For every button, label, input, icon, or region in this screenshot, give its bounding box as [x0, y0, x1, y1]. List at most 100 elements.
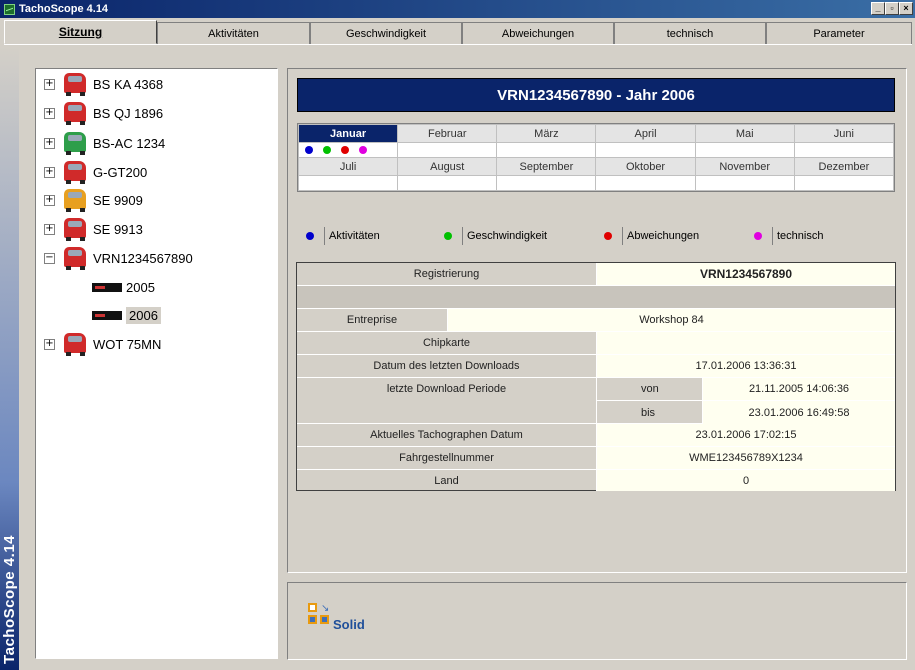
tab-label: technisch — [666, 27, 714, 40]
month-indicators[interactable] — [397, 142, 498, 158]
restore-button[interactable]: ▫ — [885, 2, 899, 15]
tree-item-vehicle[interactable]: − VRN1234567890 — [44, 246, 193, 270]
tab-geschwindigkeit[interactable]: Geschwindigkeit — [310, 22, 462, 44]
download-value: 17.01.2006 13:36:31 — [596, 355, 895, 377]
month-indicators[interactable] — [694, 142, 795, 158]
expand-icon[interactable]: + — [44, 107, 55, 119]
tree-item-label: 2005 — [126, 279, 155, 295]
window-title: TachoScope 4.14 — [19, 3, 109, 15]
expand-icon[interactable]: + — [44, 166, 55, 178]
logo-square — [308, 603, 317, 612]
tab-abweichungen[interactable]: Abweichungen — [462, 22, 614, 44]
tab-label: Parameter — [813, 27, 865, 40]
row-registrierung: Registrierung VRN1234567890 — [297, 263, 895, 286]
month-juli[interactable]: Juli — [297, 157, 399, 176]
truck-icon — [61, 131, 87, 155]
legend-label: Geschwindigkeit — [462, 227, 547, 245]
month-calendar: Januar Februar März April Mai Juni Juli … — [297, 123, 895, 192]
month-september[interactable]: September — [496, 157, 597, 176]
tachograph-icon — [92, 282, 122, 292]
month-indicators[interactable] — [397, 175, 498, 191]
main-window: TachoScope 4.14 _ ▫ × Sitzung Aktivitäte… — [0, 0, 915, 670]
logo-arrow-icon: ↘ — [321, 603, 330, 614]
truck-icon — [61, 332, 87, 356]
month-januar[interactable]: Januar — [297, 124, 399, 143]
collapse-icon[interactable]: − — [44, 252, 55, 264]
logo-square — [320, 615, 329, 624]
month-indicators[interactable] — [694, 175, 795, 191]
tree-item-vehicle[interactable]: + SE 9913 — [44, 217, 143, 241]
vehicle-tree[interactable]: + BS KA 4368 + BS QJ 1896 + BS-AC 1234 +… — [35, 68, 278, 659]
tab-sitzung[interactable]: Sitzung — [4, 20, 157, 44]
period-label: letzte Download Periode — [386, 383, 507, 395]
month-indicators[interactable] — [793, 175, 895, 191]
tab-parameter[interactable]: Parameter — [766, 22, 912, 44]
tree-item-label: 2006 — [126, 306, 161, 324]
speed-dot — [323, 146, 331, 155]
month-dezember[interactable]: Dezember — [793, 157, 895, 176]
month-februar[interactable]: Februar — [397, 124, 498, 143]
month-juni[interactable]: Juni — [793, 124, 895, 143]
month-indicators[interactable] — [496, 142, 597, 158]
tree-item-label: BS KA 4368 — [93, 76, 164, 92]
download-label: Datum des letzten Downloads — [373, 360, 520, 372]
row-fahrgestell: Fahrgestellnummer WME123456789X1234 — [297, 447, 895, 470]
month-indicators[interactable] — [595, 142, 696, 158]
tree-item-year-selected[interactable]: 2006 — [92, 303, 161, 327]
legend-label: Abweichungen — [622, 227, 699, 245]
deviation-dot — [604, 232, 612, 240]
tab-bar: Sitzung Aktivitäten Geschwindigkeit Abwe… — [4, 20, 912, 44]
tree-item-vehicle[interactable]: + BS QJ 1896 — [44, 101, 163, 125]
expand-icon[interactable]: + — [44, 78, 55, 90]
registrierung-value: VRN1234567890 — [596, 263, 895, 285]
row-chipkarte: Chipkarte — [297, 332, 895, 355]
month-indicators-januar[interactable] — [297, 142, 399, 158]
legend-abweichungen: Abweichungen — [604, 226, 699, 246]
technical-dot — [754, 232, 762, 240]
truck-icon — [61, 101, 87, 125]
technical-dot — [359, 146, 367, 155]
app-icon — [4, 3, 15, 15]
expand-icon[interactable]: + — [44, 137, 55, 149]
minimize-button[interactable]: _ — [871, 2, 885, 15]
expand-icon[interactable]: + — [44, 223, 55, 235]
month-indicators[interactable] — [793, 142, 895, 158]
tacho-date-value: 23.01.2006 17:02:15 — [596, 424, 895, 446]
tacho-date-label: Aktuelles Tachographen Datum — [370, 429, 523, 441]
window-controls: _ ▫ × — [871, 2, 913, 15]
tab-divider — [4, 44, 912, 46]
speed-dot — [444, 232, 452, 240]
legend-aktivitaeten: Aktivitäten — [306, 226, 380, 246]
truck-icon — [61, 160, 87, 184]
tab-technisch[interactable]: technisch — [614, 22, 766, 44]
tree-item-vehicle[interactable]: + BS KA 4368 — [44, 72, 163, 96]
month-oktober[interactable]: Oktober — [595, 157, 696, 176]
month-indicators[interactable] — [496, 175, 597, 191]
month-mai[interactable]: Mai — [694, 124, 795, 143]
tree-item-vehicle[interactable]: + WOT 75MN — [44, 332, 161, 356]
expand-icon[interactable]: + — [44, 338, 55, 350]
fahrgestell-value: WME123456789X1234 — [596, 447, 895, 469]
legend-label: technisch — [772, 227, 823, 245]
row-land: Land 0 — [297, 470, 895, 491]
tree-item-year[interactable]: 2005 — [92, 275, 155, 299]
close-button[interactable]: × — [899, 2, 913, 15]
month-november[interactable]: November — [694, 157, 795, 176]
tree-item-vehicle[interactable]: + G-GT200 — [44, 160, 147, 184]
expand-icon[interactable]: + — [44, 194, 55, 206]
month-maerz[interactable]: März — [496, 124, 597, 143]
tree-item-vehicle[interactable]: + SE 9909 — [44, 188, 143, 212]
month-april[interactable]: April — [595, 124, 696, 143]
month-august[interactable]: August — [397, 157, 498, 176]
tab-aktivitaeten[interactable]: Aktivitäten — [157, 22, 310, 44]
row-download-period: letzte Download Periode von 21.11.2005 1… — [297, 378, 895, 424]
entreprise-label: Entreprise — [346, 314, 398, 326]
month-indicators[interactable] — [595, 175, 696, 191]
tab-label: Aktivitäten — [208, 27, 259, 40]
chipkarte-value — [596, 332, 895, 354]
logo-square — [308, 615, 317, 624]
tree-item-label: VRN1234567890 — [93, 250, 193, 266]
month-indicators[interactable] — [297, 175, 399, 191]
truck-icon — [61, 72, 87, 96]
tree-item-vehicle[interactable]: + BS-AC 1234 — [44, 131, 165, 155]
